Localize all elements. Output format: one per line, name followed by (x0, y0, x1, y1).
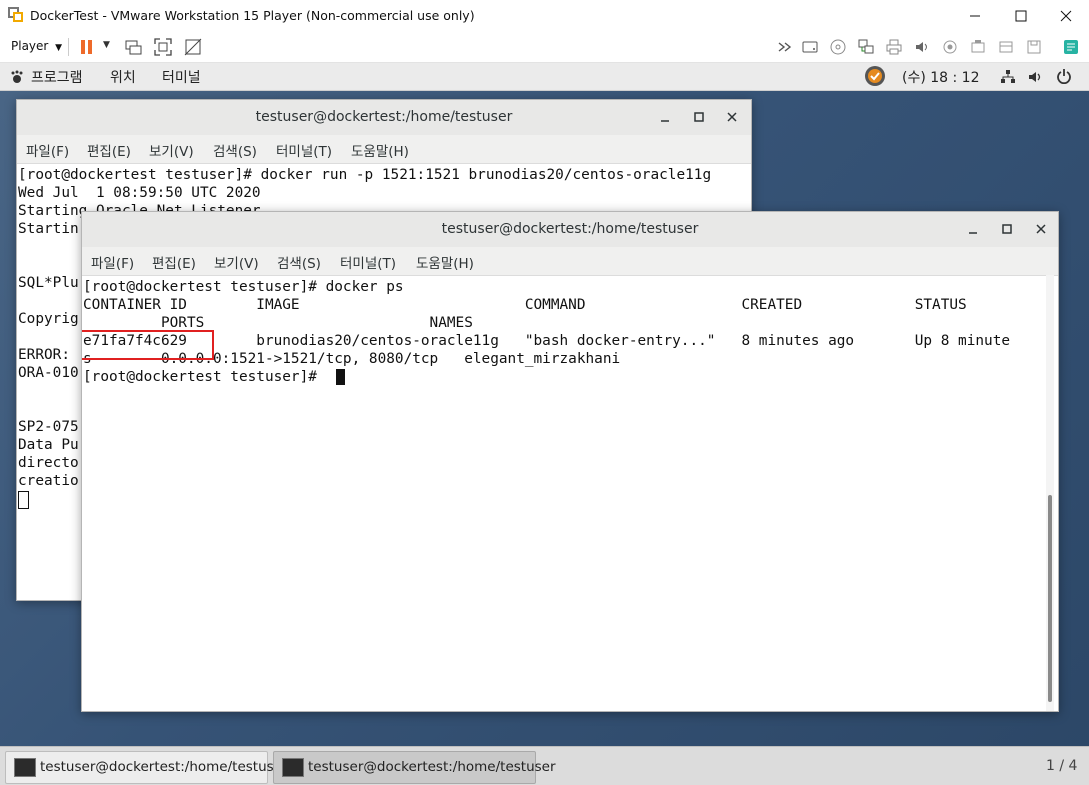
player-menu[interactable]: Player ▼ (11, 39, 62, 53)
unity-icon[interactable] (184, 38, 202, 56)
cd-dvd-icon[interactable] (829, 38, 847, 56)
scrollbar-thumb[interactable] (1048, 495, 1052, 702)
floppy-icon[interactable] (1025, 38, 1043, 56)
maximize-icon[interactable] (999, 221, 1015, 237)
terminal-window-front[interactable]: testuser@dockertest:/home/testuser 파일(F)… (81, 211, 1059, 712)
sound-card-icon[interactable] (913, 38, 931, 56)
terminal-line: CONTAINER ID IMAGE COMMAND CREATED STATU… (83, 297, 967, 313)
minimize-icon[interactable] (965, 221, 981, 237)
menu-terminal[interactable]: 터미널(T) (276, 140, 332, 160)
terminal-line: creatio (18, 473, 79, 489)
close-icon[interactable] (724, 109, 740, 125)
terminal-icon (14, 758, 36, 777)
pause-icon[interactable] (78, 38, 96, 56)
printer-icon[interactable] (885, 38, 903, 56)
taskbar-item-label: testuser@dockertest:/home/testuser (40, 759, 288, 775)
minimize-icon[interactable] (657, 109, 673, 125)
terminal-app-menu[interactable]: 터미널 (162, 67, 201, 87)
terminal-line: [root@dockertest testuser]# docker ps (83, 279, 404, 295)
terminal-line: [root@dockertest testuser]# docker run -… (18, 167, 712, 183)
applications-menu[interactable]: 프로그램 (31, 67, 83, 87)
gnome-taskbar: testuser@dockertest:/home/testuser testu… (0, 746, 1089, 785)
terminal-titlebar[interactable]: testuser@dockertest:/home/testuser (17, 100, 751, 136)
close-icon[interactable] (1033, 221, 1049, 237)
removable-device-icon[interactable] (997, 38, 1015, 56)
places-menu[interactable]: 위치 (110, 67, 136, 87)
player-menu-label: Player (11, 39, 49, 53)
terminal-line: Data Pu (18, 437, 79, 453)
taskbar-item-label: testuser@dockertest:/home/testuser (308, 759, 556, 775)
menu-search[interactable]: 검색(S) (213, 140, 257, 160)
terminal-cursor (336, 369, 345, 385)
terminal-line: [root@dockertest testuser]# (83, 369, 326, 385)
network-status-icon[interactable] (1000, 69, 1016, 85)
menu-edit[interactable]: 편집(E) (87, 140, 131, 160)
terminal-line: ORA-010 (18, 365, 79, 381)
send-ctrl-alt-del-icon[interactable] (124, 38, 142, 56)
highlight-box (82, 330, 214, 360)
terminal-line: ERROR: (18, 347, 70, 363)
workspace-indicator[interactable]: 1 / 4 (1046, 758, 1077, 774)
terminal-line: SP2-075 (18, 419, 79, 435)
terminal-line: Wed Jul 1 08:59:50 UTC 2020 (18, 185, 261, 201)
vmware-logo-icon (8, 7, 24, 23)
terminal-cursor (18, 491, 29, 509)
terminal-icon (282, 758, 304, 777)
vmware-titlebar: DockerTest - VMware Workstation 15 Playe… (0, 0, 1089, 32)
toolbar-divider (68, 38, 69, 56)
terminal-line: Startin (18, 221, 79, 237)
window-title: DockerTest - VMware Workstation 15 Playe… (30, 8, 475, 23)
menu-edit[interactable]: 편집(E) (152, 252, 196, 272)
hard-disk-icon[interactable] (801, 38, 819, 56)
menu-help[interactable]: 도움말(H) (351, 140, 409, 160)
terminal-line: e71fa7f4c629 brunodias20/centos-oracle11… (83, 333, 1011, 349)
terminal-line: Copyrig (18, 311, 79, 327)
menu-view[interactable]: 보기(V) (214, 252, 259, 272)
menu-search[interactable]: 검색(S) (277, 252, 321, 272)
camera-icon[interactable] (941, 38, 959, 56)
volume-icon[interactable] (1027, 69, 1043, 85)
guest-desktop: 프로그램 위치 터미널 (수) 18 : 12 testuser@dockert… (0, 63, 1089, 785)
chevron-down-icon: ▼ (55, 43, 63, 53)
gnome-top-bar: 프로그램 위치 터미널 (수) 18 : 12 (0, 63, 1089, 91)
taskbar-item-terminal[interactable]: testuser@dockertest:/home/testuser (5, 751, 288, 784)
minimize-button[interactable] (952, 0, 998, 32)
update-notifier-icon[interactable] (864, 65, 886, 87)
menu-terminal[interactable]: 터미널(T) (340, 252, 396, 272)
terminal-menubar: 파일(F) 편집(E) 보기(V) 검색(S) 터미널(T) 도움말(H) (82, 247, 1058, 276)
taskbar-item-terminal[interactable]: testuser@dockertest:/home/testuser (273, 751, 556, 784)
full-screen-icon[interactable] (154, 38, 172, 56)
terminal-line: directo (18, 455, 79, 471)
vmware-toolbar: Player ▼ ▼ (0, 32, 1089, 63)
menu-view[interactable]: 보기(V) (149, 140, 194, 160)
menu-file[interactable]: 파일(F) (91, 252, 134, 272)
message-log-icon[interactable] (1062, 38, 1080, 56)
scrollbar[interactable] (1046, 275, 1054, 711)
pause-dropdown-chevron-icon[interactable]: ▼ (103, 40, 110, 50)
terminal-title: testuser@dockertest:/home/testuser (255, 109, 513, 125)
clock[interactable]: (수) 18 : 12 (902, 67, 980, 87)
menu-file[interactable]: 파일(F) (26, 140, 69, 160)
terminal-titlebar[interactable]: testuser@dockertest:/home/testuser (82, 212, 1058, 248)
terminal-title: testuser@dockertest:/home/testuser (441, 221, 699, 237)
power-icon[interactable] (1056, 68, 1072, 85)
maximize-icon[interactable] (691, 109, 707, 125)
network-adapter-icon[interactable] (857, 38, 875, 56)
terminal-menubar: 파일(F) 편집(E) 보기(V) 검색(S) 터미널(T) 도움말(H) (17, 135, 751, 164)
menu-help[interactable]: 도움말(H) (416, 252, 474, 272)
forward-icon[interactable] (776, 38, 794, 56)
close-button[interactable] (1043, 0, 1089, 32)
maximize-button[interactable] (998, 0, 1044, 32)
gnome-foot-icon (10, 69, 24, 83)
terminal-line: SQL*Plu (18, 275, 79, 291)
usb-device-icon[interactable] (969, 38, 987, 56)
